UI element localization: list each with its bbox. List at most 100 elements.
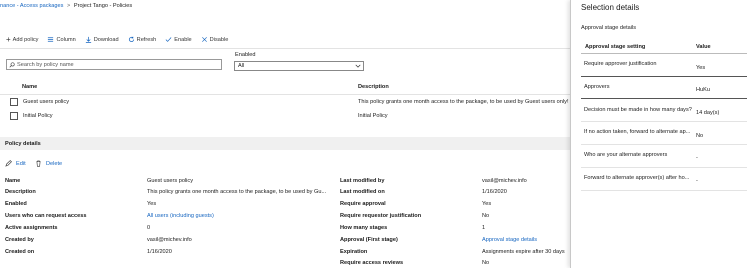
users-who-can-request-link[interactable]: All users (including guests) [147,213,214,219]
selection-value: - [696,155,698,161]
row-divider [581,144,747,145]
pencil-icon [5,160,12,167]
detail-value: Guest users policy [147,178,194,184]
chevron-down-icon [355,64,361,68]
selection-setting: Forward to alternate approver(s) after h… [584,175,690,181]
refresh-label: Refresh [136,36,157,43]
row-description: Initial Policy [358,113,388,119]
detail-label: Enabled [5,201,27,207]
column-label: Column [56,36,76,43]
download-icon [85,36,91,43]
detail-value: 1 [482,225,486,231]
detail-label: Approval (First stage) [340,237,398,243]
selection-panel-subtitle: Approval stage details [581,25,637,31]
detail-value: vasil@michev.info [482,178,527,184]
download-button[interactable]: Download [85,36,119,43]
selection-col-setting: Approval stage setting [585,44,646,50]
columns-icon [48,37,54,42]
detail-value: Assignments expire after 30 days [482,249,565,255]
trash-icon [36,160,41,167]
selection-col-value: Value [696,44,711,50]
detail-label: Last modified on [340,189,385,195]
detail-label: Name [5,178,21,184]
policy-details-header: Policy details [0,137,570,150]
detail-label: Require approval [340,201,386,207]
detail-value: This policy grants one month access to t… [147,189,327,195]
detail-value: vasil@michev.info [147,237,192,243]
detail-value: 1/16/2020 [147,249,172,255]
add-policy-button[interactable]: + Add policy [6,34,39,44]
enabled-filter-select[interactable]: All [234,61,364,71]
selection-setting: Decision must be made in how many days? [584,107,692,113]
detail-value: Yes [147,201,157,207]
row-divider [581,167,747,168]
approval-stage-details-link[interactable]: Approval stage details [482,237,537,243]
toolbar-divider [0,48,570,49]
policy-details-title: Policy details [5,141,41,147]
enabled-filter-label: Enabled [235,52,256,58]
row-divider [581,121,747,122]
search-input[interactable]: Search by policy name [6,59,222,70]
detail-label: Description [5,189,36,195]
close-icon [201,37,207,42]
detail-label: How many stages [340,225,388,231]
column-button[interactable]: Column [47,36,76,43]
row-name: Initial Policy [23,113,53,119]
selection-value: No [696,133,704,139]
row-divider [581,76,747,77]
selection-setting: Who are your alternate approvers [584,152,668,158]
breadcrumb-separator: > [67,3,71,9]
selection-value: 14 day(s) [696,110,720,116]
checkmark-icon [165,37,172,42]
row-divider [581,190,747,191]
selection-details-panel: Selection details Approval stage details… [570,0,756,268]
selection-panel-title: Selection details [581,3,640,12]
edit-label: Edit [16,160,26,167]
detail-value: No [482,213,490,219]
detail-value: Yes [482,201,492,207]
add-policy-label: Add policy [12,36,39,43]
download-label: Download [93,36,119,43]
enable-label: Enable [174,36,192,43]
selection-value: - [696,178,698,184]
refresh-button[interactable]: Refresh [128,36,157,43]
detail-label: Created by [5,237,34,243]
enable-button[interactable]: Enable [165,36,192,43]
detail-value: No [482,260,490,266]
edit-button[interactable]: Edit [5,160,26,167]
delete-button[interactable]: Delete [35,160,62,167]
enabled-filter-value: All [238,63,245,69]
selection-value: HuKu [696,87,710,93]
detail-label: Expiration [340,249,368,255]
column-header-description[interactable]: Description [358,84,389,90]
row-name: Guest users policy [23,99,70,105]
selection-setting: Approvers [584,84,610,90]
breadcrumb-access-packages[interactable]: nance - Access packages [0,3,63,9]
selection-setting: Require approver justification [584,61,657,67]
disable-label: Disable [209,36,229,43]
row-description: This policy grants one month access to t… [358,99,569,105]
column-header-name[interactable]: Name [22,84,37,90]
selection-header-divider [581,53,747,54]
table-header-divider [0,94,570,95]
detail-value: 1/16/2020 [482,189,507,195]
breadcrumb-current: Project Tango - Policies [73,3,133,9]
detail-label: Require access reviews [340,260,404,266]
detail-value: 0 [147,225,151,231]
row-divider [581,98,747,99]
detail-label: Last modified by [340,178,385,184]
row-checkbox[interactable] [10,112,18,120]
delete-label: Delete [46,160,63,167]
search-placeholder: Search by policy name [17,61,74,68]
disable-button[interactable]: Disable [201,36,229,43]
breadcrumb: nance - Access packages > Project Tango … [0,3,132,9]
detail-label: Require requestor justification [340,213,422,219]
row-checkbox[interactable] [10,98,18,106]
detail-label: Created on [5,249,35,255]
plus-icon: + [6,34,11,44]
detail-label: Users who can request access [5,213,87,219]
search-icon [9,61,15,67]
selection-value: Yes [696,65,706,71]
selection-setting: If no action taken, forward to alternate… [584,129,691,135]
toolbar: + Add policy Column Download Refresh Ena… [6,34,229,44]
